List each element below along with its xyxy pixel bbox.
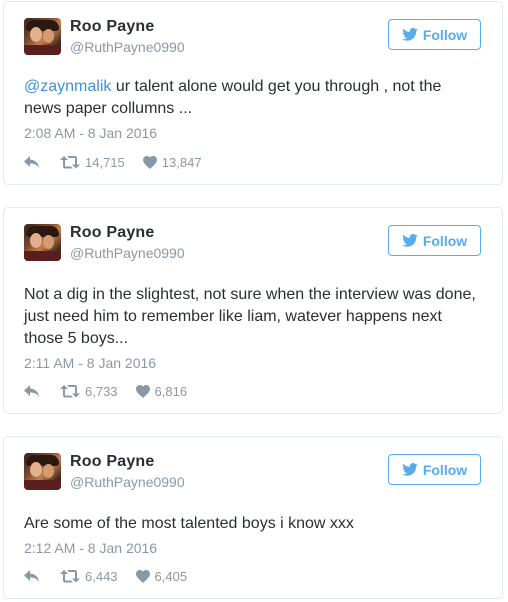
- mention-link[interactable]: @zaynmalik: [24, 78, 111, 95]
- tweet-card: Roo Payne @RuthPayne0990 Follow Are some…: [3, 436, 503, 599]
- reply-icon: [24, 156, 39, 168]
- tweet-card: Roo Payne @RuthPayne0990 Follow @zaynmal…: [3, 1, 503, 185]
- tweet-body: Not a dig in the slightest, not sure whe…: [24, 286, 476, 347]
- retweet-button[interactable]: 6,733: [60, 384, 118, 399]
- tweet-text: Not a dig in the slightest, not sure whe…: [24, 284, 482, 350]
- reply-button[interactable]: [24, 384, 40, 398]
- avatar[interactable]: [24, 224, 61, 261]
- reply-icon: [24, 570, 39, 582]
- like-button[interactable]: 6,816: [135, 383, 188, 399]
- twitter-bird-icon: [402, 28, 418, 41]
- follow-button[interactable]: Follow: [388, 225, 481, 256]
- user-handle[interactable]: @RuthPayne0990: [70, 245, 185, 261]
- reply-button[interactable]: [24, 155, 40, 169]
- timestamp[interactable]: 2:08 AM - 8 Jan 2016: [24, 125, 157, 141]
- timestamp[interactable]: 2:11 AM - 8 Jan 2016: [24, 355, 156, 371]
- action-bar: 6,443 6,405: [24, 568, 205, 584]
- like-button[interactable]: 13,847: [142, 154, 202, 170]
- retweet-icon: [60, 384, 80, 397]
- follow-button[interactable]: Follow: [388, 19, 481, 50]
- heart-icon: [135, 569, 150, 583]
- user-handle[interactable]: @RuthPayne0990: [70, 474, 185, 490]
- retweet-icon: [60, 569, 80, 582]
- heart-icon: [142, 155, 157, 169]
- retweet-button[interactable]: 14,715: [60, 155, 125, 170]
- like-count: 13,847: [161, 154, 202, 170]
- retweet-count: 14,715: [85, 154, 125, 170]
- retweet-count: 6,443: [85, 568, 118, 584]
- action-bar: 6,733 6,816: [24, 383, 205, 399]
- like-count: 6,816: [154, 383, 188, 399]
- like-button[interactable]: 6,405: [135, 568, 188, 584]
- follow-button[interactable]: Follow: [388, 454, 481, 485]
- avatar[interactable]: [24, 453, 61, 490]
- reply-icon: [24, 385, 39, 397]
- like-count: 6,405: [154, 568, 188, 584]
- twitter-bird-icon: [402, 234, 418, 247]
- tweet-text: Are some of the most talented boys i kno…: [24, 513, 482, 535]
- timestamp[interactable]: 2:12 AM - 8 Jan 2016: [24, 540, 157, 556]
- display-name[interactable]: Roo Payne: [70, 18, 155, 36]
- follow-label: Follow: [422, 232, 468, 249]
- display-name[interactable]: Roo Payne: [70, 224, 155, 242]
- tweet-text: @zaynmalik ur talent alone would get you…: [24, 76, 482, 120]
- tweet-body: Are some of the most talented boys i kno…: [24, 515, 354, 532]
- retweet-icon: [60, 155, 80, 168]
- avatar[interactable]: [24, 18, 61, 55]
- heart-icon: [135, 384, 150, 398]
- action-bar: 14,715 13,847: [24, 154, 220, 170]
- display-name[interactable]: Roo Payne: [70, 453, 155, 471]
- tweet-card: Roo Payne @RuthPayne0990 Follow Not a di…: [3, 207, 503, 414]
- twitter-bird-icon: [402, 463, 418, 476]
- retweet-button[interactable]: 6,443: [60, 569, 118, 584]
- follow-label: Follow: [422, 26, 468, 43]
- retweet-count: 6,733: [85, 383, 118, 399]
- follow-label: Follow: [422, 461, 468, 478]
- user-handle[interactable]: @RuthPayne0990: [70, 39, 185, 55]
- reply-button[interactable]: [24, 569, 40, 583]
